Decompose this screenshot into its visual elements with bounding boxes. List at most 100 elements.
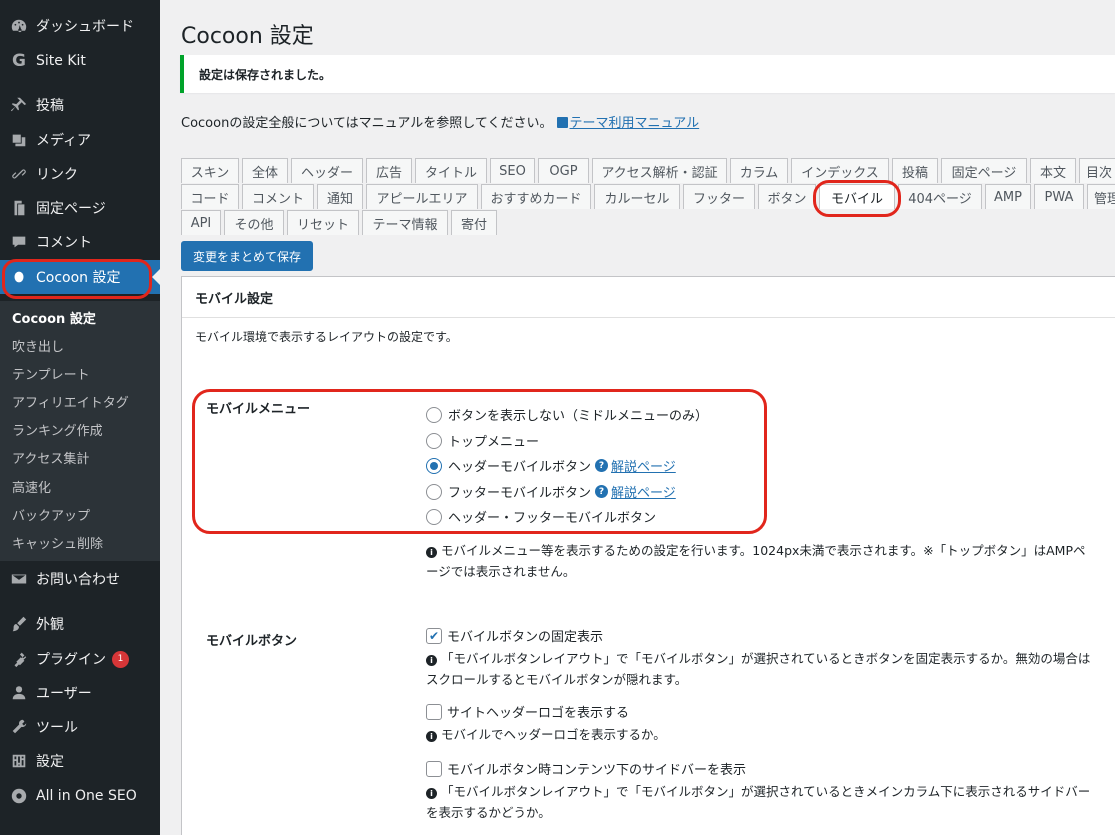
comment-icon xyxy=(9,232,29,252)
tab-admin[interactable]: 管理 xyxy=(1087,184,1115,209)
tab-reset[interactable]: リセット xyxy=(287,210,359,235)
mobile-menu-label: モバイルメニュー xyxy=(206,402,311,417)
info-icon: i xyxy=(426,788,437,799)
sidebar-item-tools[interactable]: ツール xyxy=(0,710,160,744)
sidebar-item-all-in-one-seo[interactable]: All in One SEO xyxy=(0,779,160,813)
tab-comment[interactable]: コメント xyxy=(242,184,314,209)
tab-theme-info[interactable]: テーマ情報 xyxy=(362,210,448,235)
sidebar-item-dashboard[interactable]: ダッシュボード xyxy=(0,9,160,43)
user-icon xyxy=(9,683,29,703)
tab-notice[interactable]: 通知 xyxy=(317,184,363,209)
radio-button[interactable] xyxy=(426,406,442,423)
tab-analytics[interactable]: アクセス解析・認証 xyxy=(592,158,727,183)
seo-icon xyxy=(9,786,29,806)
checkbox-show-sidebar[interactable]: モバイルボタン時コンテンツ下のサイドバーを表示 xyxy=(426,759,746,778)
sidebar-submenu-cocoon: Cocoon 設定 吹き出し テンプレート アフィリエイトタグ ランキング作成 … xyxy=(0,301,160,561)
radio-button[interactable] xyxy=(426,508,442,525)
submenu-item-template[interactable]: テンプレート xyxy=(12,364,90,383)
success-notice: 設定は保存されました。 xyxy=(180,55,1115,93)
page-icon xyxy=(9,198,29,218)
tab-index[interactable]: インデックス xyxy=(791,158,889,183)
submenu-item-speedup[interactable]: 高速化 xyxy=(12,477,51,496)
tab-column[interactable]: カラム xyxy=(730,158,788,183)
submenu-item-affiliate-tag[interactable]: アフィリエイトタグ xyxy=(12,392,129,411)
brush-icon xyxy=(9,614,29,634)
mail-icon xyxy=(9,569,29,589)
header-logo-note: i モバイルでヘッダーロゴを表示するか。 xyxy=(426,724,1096,745)
tab-recommended-cards[interactable]: おすすめカード xyxy=(481,184,591,209)
tab-general[interactable]: 全体 xyxy=(242,158,288,183)
tab-amp[interactable]: AMP xyxy=(985,184,1031,209)
tab-mobile[interactable]: モバイル xyxy=(819,184,895,209)
sidebar-item-cocoon-settings[interactable]: Cocoon 設定 xyxy=(0,260,160,294)
panel-title: モバイル設定 xyxy=(195,292,274,307)
tab-other[interactable]: その他 xyxy=(224,210,284,235)
sidebar-item-media[interactable]: メディア xyxy=(0,123,160,157)
submenu-item-cache-clear[interactable]: キャッシュ削除 xyxy=(12,533,103,552)
checkbox[interactable] xyxy=(426,703,442,720)
tab-post[interactable]: 投稿 xyxy=(892,158,938,183)
tab-api[interactable]: API xyxy=(181,210,221,235)
sidebar-item-pages[interactable]: 固定ページ xyxy=(0,191,160,225)
dashboard-icon xyxy=(9,16,29,36)
info-icon: i xyxy=(426,547,437,558)
tab-carousel[interactable]: カルーセル xyxy=(594,184,680,209)
panel-description: モバイル環境で表示するレイアウトの設定です。 xyxy=(195,330,458,344)
help-page-link[interactable]: 解説ページ xyxy=(611,482,676,501)
checkbox-fixed-mobile-button[interactable]: ✔ モバイルボタンの固定表示 xyxy=(426,626,603,645)
radio-option-top-menu[interactable]: トップメニュー xyxy=(426,431,539,450)
radio-option-no-button[interactable]: ボタンを表示しない（ミドルメニューのみ） xyxy=(426,405,708,424)
tab-static-page[interactable]: 固定ページ xyxy=(941,158,1027,183)
submenu-item-cocoon-settings[interactable]: Cocoon 設定 xyxy=(12,308,96,327)
help-page-link[interactable]: 解説ページ xyxy=(611,456,676,475)
sidebar-item-contact[interactable]: お問い合わせ xyxy=(0,562,160,596)
tab-code[interactable]: コード xyxy=(181,184,239,209)
admin-sidebar: ダッシュボード G Site Kit 投稿 メディア リンク 固定ページ コメン… xyxy=(0,0,160,835)
sidebar-item-site-kit[interactable]: G Site Kit xyxy=(0,44,160,78)
tab-404-page[interactable]: 404ページ xyxy=(898,184,982,209)
sidebar-item-comments[interactable]: コメント xyxy=(0,225,160,259)
tab-footer[interactable]: フッター xyxy=(683,184,755,209)
tab-skin[interactable]: スキン xyxy=(181,158,239,183)
tab-ogp[interactable]: OGP xyxy=(538,158,589,183)
site-kit-icon: G xyxy=(12,51,26,71)
radio-button[interactable] xyxy=(426,483,442,500)
tab-header[interactable]: ヘッダー xyxy=(291,158,363,183)
tab-appeal-area[interactable]: アピールエリア xyxy=(366,184,478,209)
checkbox-checked[interactable]: ✔ xyxy=(426,627,442,644)
notice-text: 設定は保存されました。 xyxy=(199,67,332,82)
submenu-item-access-count[interactable]: アクセス集計 xyxy=(12,448,89,467)
fixed-mobile-button-note: i 「モバイルボタンレイアウト」で「モバイルボタン」が選択されているときボタンを固… xyxy=(426,651,1091,687)
sidebar-item-appearance[interactable]: 外観 xyxy=(0,607,160,641)
radio-button[interactable] xyxy=(426,432,442,449)
sidebar-item-links[interactable]: リンク xyxy=(0,157,160,191)
radio-option-footer-mobile-button[interactable]: フッターモバイルボタン ? 解説ページ xyxy=(426,482,676,501)
wrench-icon xyxy=(9,717,29,737)
radio-option-header-mobile-button[interactable]: ヘッダーモバイルボタン ? 解説ページ xyxy=(426,456,676,475)
tab-title[interactable]: タイトル xyxy=(415,158,487,183)
sidebar-item-users[interactable]: ユーザー xyxy=(0,676,160,710)
sidebar-item-posts[interactable]: 投稿 xyxy=(0,88,160,122)
manual-link[interactable]: テーマ利用マニュアル xyxy=(570,116,700,131)
sidebar-item-settings[interactable]: 設定 xyxy=(0,744,160,778)
sidebar-note: i 「モバイルボタンレイアウト」で「モバイルボタン」が選択されているときメインカラ… xyxy=(426,784,1091,820)
submenu-item-backup[interactable]: バックアップ xyxy=(12,505,90,524)
submenu-item-balloon[interactable]: 吹き出し xyxy=(12,336,64,355)
checkbox-show-header-logo[interactable]: サイトヘッダーロゴを表示する xyxy=(426,702,629,721)
tab-donate[interactable]: 寄付 xyxy=(451,210,497,235)
radio-button-checked[interactable] xyxy=(426,457,442,474)
tab-seo[interactable]: SEO xyxy=(490,158,535,183)
help-question-icon: ? xyxy=(595,485,609,498)
tab-toc[interactable]: 目次 xyxy=(1079,158,1115,183)
tab-ads[interactable]: 広告 xyxy=(366,158,412,183)
save-all-button[interactable]: 変更をまとめて保存 xyxy=(181,241,314,271)
sidebar-item-plugins[interactable]: プラグイン 1 xyxy=(0,642,160,676)
page-title: Cocoon 設定 xyxy=(181,24,314,49)
tab-button[interactable]: ボタン xyxy=(758,184,816,209)
checkbox[interactable] xyxy=(426,760,442,777)
book-icon xyxy=(556,117,568,128)
tab-body[interactable]: 本文 xyxy=(1030,158,1076,183)
radio-option-header-footer-mobile-button[interactable]: ヘッダー・フッターモバイルボタン xyxy=(426,507,656,526)
submenu-item-ranking[interactable]: ランキング作成 xyxy=(12,420,103,439)
tab-pwa[interactable]: PWA xyxy=(1034,184,1084,209)
